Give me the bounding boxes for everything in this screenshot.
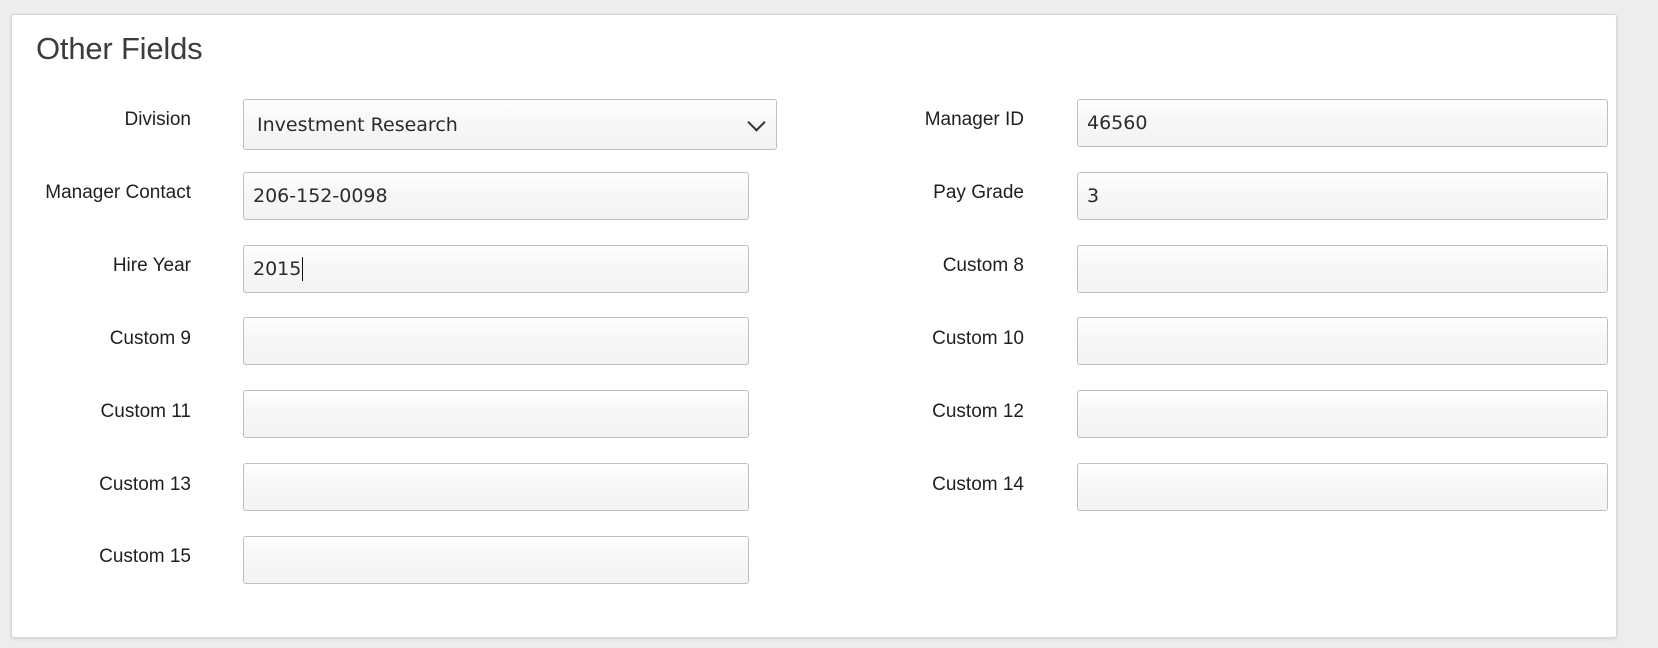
custom-15-field[interactable]	[243, 536, 749, 584]
custom-8-label: Custom 8	[942, 255, 1024, 276]
custom-14-label: Custom 14	[932, 474, 1024, 495]
manager-id-label: Manager ID	[924, 109, 1024, 130]
pay-grade-label: Pay Grade	[933, 182, 1024, 203]
custom-12-label: Custom 12	[932, 401, 1024, 422]
custom-8-field[interactable]	[1077, 245, 1608, 293]
custom-10-field[interactable]	[1077, 317, 1608, 365]
custom-14-field[interactable]	[1077, 463, 1608, 511]
custom-10-label: Custom 10	[932, 328, 1024, 349]
custom-12-field[interactable]	[1077, 390, 1608, 438]
section-title: Other Fields	[36, 31, 203, 66]
other-fields-panel: Other Fields Division Investment Researc…	[11, 14, 1617, 638]
manager-id-value: 46560	[1087, 112, 1148, 134]
pay-grade-value: 3	[1087, 185, 1100, 207]
custom-15-label: Custom 15	[99, 546, 191, 567]
pay-grade-field[interactable]: 3	[1077, 172, 1608, 220]
manager-id-field[interactable]: 46560	[1077, 99, 1608, 147]
